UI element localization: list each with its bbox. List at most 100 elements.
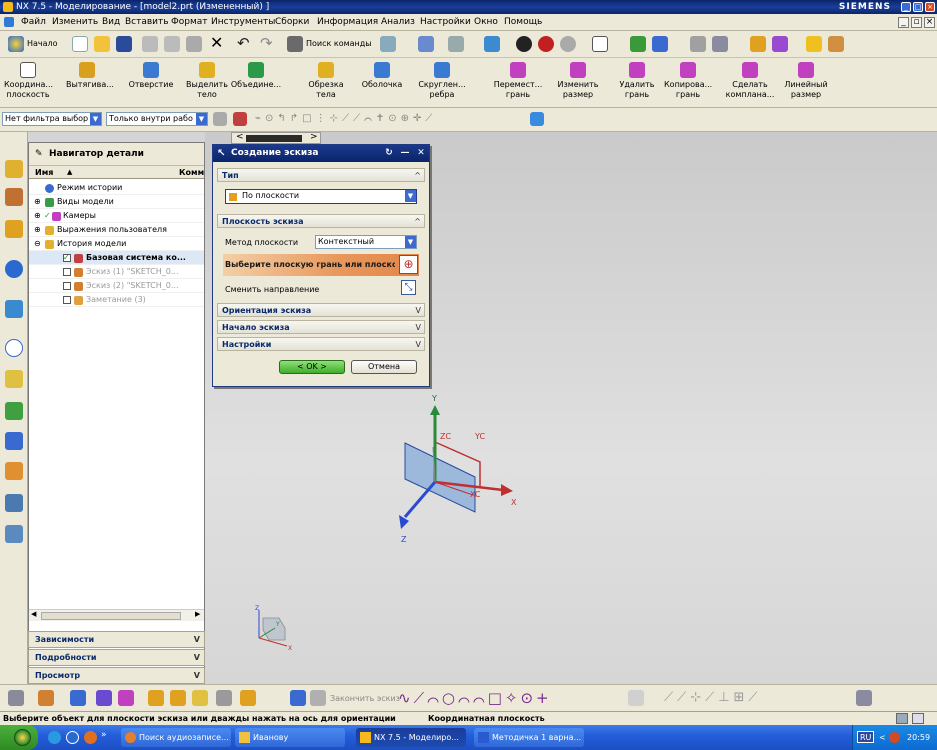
menu-analysis[interactable]: Анализ: [381, 17, 415, 27]
tray-expand-icon[interactable]: <: [879, 725, 886, 750]
select-plane-row[interactable]: Выберите плоскую грань или плоскость ( ⊕: [223, 254, 419, 276]
layer-icon[interactable]: [560, 36, 576, 52]
menu-file[interactable]: Файл: [21, 17, 46, 27]
quick-launch-icon-3[interactable]: [84, 731, 97, 744]
sketch-offset-icon[interactable]: [170, 690, 186, 706]
tab-right-icon[interactable]: >: [310, 132, 318, 142]
collapse-icon[interactable]: ⊖: [34, 237, 41, 250]
save-icon[interactable]: [116, 36, 132, 52]
make-coplanar-button[interactable]: Сделать компланa...: [724, 62, 776, 100]
expand-icon[interactable]: ⊕: [34, 209, 41, 222]
reset-icon[interactable]: ↻: [383, 148, 395, 159]
tree-row-model-views[interactable]: ⊕ Виды модели: [29, 195, 204, 209]
wcs-icon[interactable]: [630, 36, 646, 52]
scroll-right-icon[interactable]: ▶: [195, 610, 200, 618]
cut-icon[interactable]: [142, 36, 158, 52]
menu-format[interactable]: Формат: [171, 17, 208, 27]
close-button[interactable]: ×: [925, 2, 935, 12]
menu-tools[interactable]: Инструменты: [211, 17, 275, 27]
visibility-checkbox[interactable]: [63, 268, 71, 276]
visibility-checkbox[interactable]: [63, 296, 71, 304]
sketch-icon[interactable]: [750, 36, 766, 52]
command-search-button[interactable]: Поиск команды: [306, 39, 372, 48]
menu-window[interactable]: Окно: [474, 17, 498, 27]
tree-icon[interactable]: [712, 36, 728, 52]
taskbar-item-audio[interactable]: Поиск аудиозаписе...: [121, 728, 231, 747]
palette-icon[interactable]: [5, 494, 23, 512]
sketch-fillet-icon[interactable]: [628, 690, 644, 706]
ok-button[interactable]: < OK >: [279, 360, 345, 374]
filter-reset-icon[interactable]: [213, 112, 227, 126]
clock-icon[interactable]: [5, 339, 23, 357]
section-preview[interactable]: Просмотр V: [28, 667, 205, 684]
snap-icon[interactable]: [652, 36, 668, 52]
sketch-point-icon[interactable]: [70, 690, 86, 706]
system-materials-icon[interactable]: [5, 402, 23, 420]
tree-row-model-history[interactable]: ⊖ История модели: [29, 237, 204, 251]
section-sketch-orientation[interactable]: Ориентация эскиза V: [217, 303, 425, 317]
section-sketch-origin[interactable]: Начало эскиза V: [217, 320, 425, 334]
history-icon[interactable]: [5, 300, 23, 318]
table-icon[interactable]: [690, 36, 706, 52]
resize-button[interactable]: Изменить размер: [554, 62, 602, 100]
section-details[interactable]: Подробности V: [28, 649, 205, 666]
finish-sketch-icon[interactable]: [310, 690, 326, 706]
shell-button[interactable]: Оболочка: [358, 62, 406, 90]
extract-body-button[interactable]: Выделить тело: [183, 62, 231, 100]
sketch-intersect-icon[interactable]: [240, 690, 256, 706]
selection-icon[interactable]: [380, 36, 396, 52]
extrude-button[interactable]: Вытягива...: [66, 62, 114, 90]
copy-face-button[interactable]: Копирова... грань: [664, 62, 712, 100]
scroll-left-icon[interactable]: ◀: [31, 610, 36, 618]
tab-left-icon[interactable]: <: [236, 132, 244, 142]
finish-sketch-button[interactable]: Закончить эскиз: [330, 694, 400, 703]
tree-row-datum-csys[interactable]: ✓ Базовая система ко...: [29, 251, 204, 265]
web-browser-icon[interactable]: [5, 260, 23, 278]
datum-csys-view[interactable]: Y X Z YC ZC XC: [385, 387, 535, 547]
collapse-dialog-icon[interactable]: —: [399, 148, 411, 159]
selection-scope-select[interactable]: Только внутри рабо ▼: [106, 112, 208, 126]
view-orient-icon[interactable]: [484, 36, 500, 52]
sketch-pattern-icon[interactable]: [192, 690, 208, 706]
flip-direction-icon[interactable]: ⤡: [401, 280, 416, 295]
move-face-button[interactable]: Перемест... грань: [492, 62, 544, 100]
doc-minimize-button[interactable]: _: [898, 17, 909, 28]
taskbar-item-nx[interactable]: NX 7.5 - Моделиро...: [356, 728, 466, 747]
unite-button[interactable]: Объедине...: [226, 62, 286, 90]
view-fit-icon[interactable]: [418, 36, 434, 52]
sketch-mirror-icon[interactable]: [148, 690, 164, 706]
part-navigator-icon[interactable]: [5, 220, 23, 238]
scroll-thumb[interactable]: [41, 612, 181, 620]
section-type[interactable]: Тип ^: [217, 168, 425, 182]
menu-view[interactable]: Вид: [102, 17, 120, 27]
tree-row-user-expressions[interactable]: ⊕ Выражения пользователя: [29, 223, 204, 237]
column-name[interactable]: Имя: [35, 166, 53, 179]
maximize-button[interactable]: □: [913, 2, 923, 12]
snap-point-icon[interactable]: [233, 112, 247, 126]
measure-icon[interactable]: [806, 36, 822, 52]
sketch-settings-icon[interactable]: [8, 690, 24, 706]
type-select[interactable]: По плоскости ▼: [225, 189, 417, 204]
quick-launch-icon-1[interactable]: [48, 731, 61, 744]
visualization-icon[interactable]: [5, 525, 23, 543]
paste-icon[interactable]: [186, 36, 202, 52]
tab-scroller[interactable]: < >: [231, 132, 321, 144]
tree-row-cameras[interactable]: ⊕ ✓ Камеры: [29, 209, 204, 223]
sketch-style-icon[interactable]: [856, 690, 872, 706]
snap-tools-icons[interactable]: ⌁⊙↰↱□⋮⊹⟋⟋⌒✝⊙⊕✛⟋: [255, 113, 436, 124]
start-button[interactable]: Начало: [27, 39, 58, 48]
open-folder-icon[interactable]: [94, 36, 110, 52]
new-file-icon[interactable]: [72, 36, 88, 52]
taskbar-item-ivanov[interactable]: Иванову: [235, 728, 345, 747]
sketch-constraint-icon[interactable]: [96, 690, 112, 706]
tree-row-sketch-1[interactable]: Эскиз (1) "SKETCH_0...: [29, 265, 204, 279]
delete-icon[interactable]: ✕: [210, 35, 223, 51]
edge-blend-button[interactable]: Скруглен... ребра: [416, 62, 468, 100]
assembly-navigator-icon[interactable]: [5, 160, 23, 178]
sketch-edit-glyphs[interactable]: ⟋⟋⊹⟋⊥⊞⟋: [664, 690, 762, 705]
menu-assemblies[interactable]: Сборки: [275, 17, 309, 27]
redo-icon[interactable]: ↷: [260, 35, 273, 51]
section-sketch-plane[interactable]: Плоскость эскиза ^: [217, 214, 425, 228]
constraint-navigator-icon[interactable]: [5, 188, 23, 206]
doc-restore-button[interactable]: ▫: [911, 17, 922, 28]
